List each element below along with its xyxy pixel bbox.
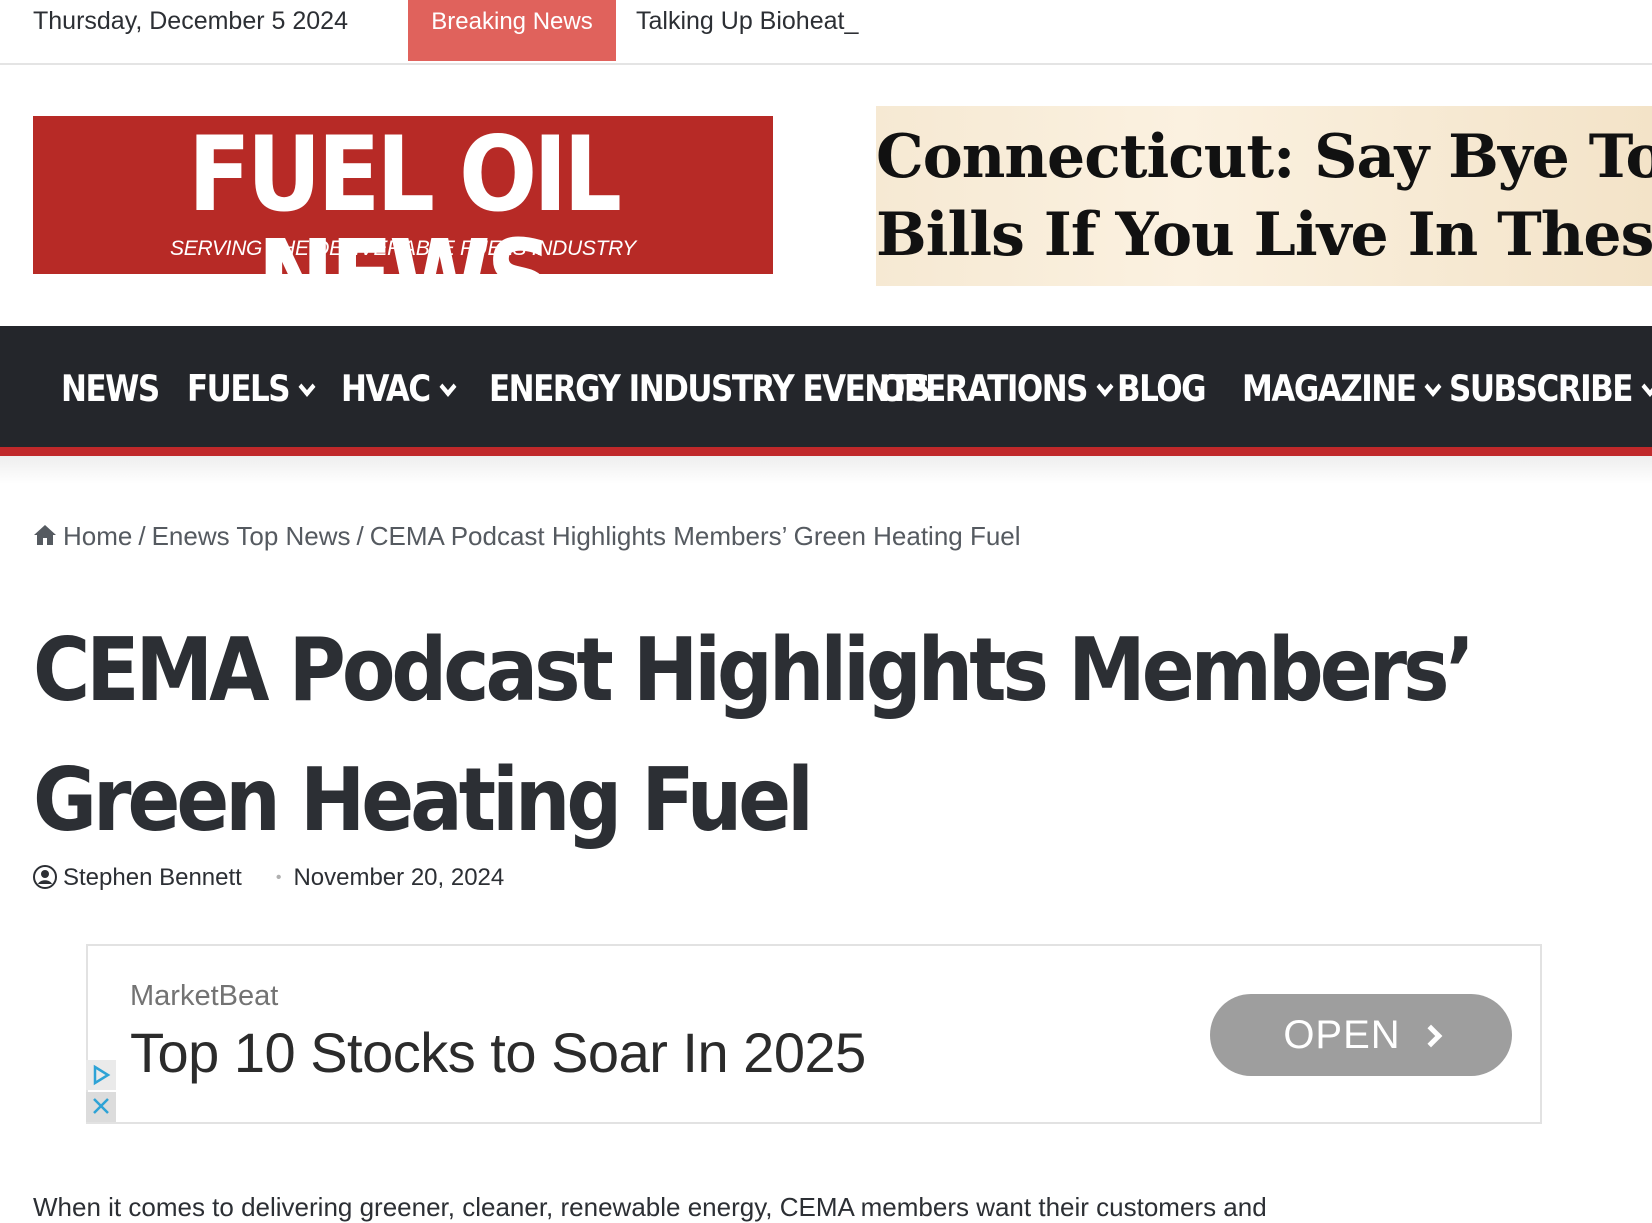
nav-item-energy-industry-events[interactable]: ENERGY INDUSTRY EVENTS [489, 368, 931, 411]
chevron-down-icon [1641, 376, 1652, 397]
nav-item-label: SUBSCRIBE [1449, 368, 1633, 411]
article-title: CEMA Podcast Highlights Members’ Green H… [33, 620, 1475, 852]
nav-item-label: MAGAZINE [1242, 368, 1417, 411]
logo-subtitle: SERVING THE DELIVERABLE FUELS INDUSTRY [170, 237, 636, 260]
breaking-news-ticker-link[interactable]: Talking Up Bioheat_ [636, 7, 858, 36]
nav-item-label: HVAC [341, 368, 431, 411]
nav-item-hvac[interactable]: HVAC [341, 368, 457, 411]
current-date: Thursday, December 5 2024 [33, 7, 348, 35]
ad-open-label: OPEN [1283, 1013, 1401, 1057]
nav-item-fuels[interactable]: FUELS [187, 368, 316, 411]
chevron-down-icon [1424, 376, 1442, 397]
logo-title: FUEL OIL NEWS [187, 115, 622, 338]
breadcrumb-home-link[interactable]: Home [63, 521, 132, 551]
site-logo[interactable]: FUEL OIL NEWS SERVING THE DELIVERABLE FU… [33, 116, 773, 330]
ad-open-button[interactable]: OPEN [1210, 994, 1512, 1076]
home-icon [34, 525, 56, 545]
nav-item-label: ENERGY INDUSTRY EVENTS [489, 368, 931, 411]
ad-headline: Top 10 Stocks to Soar In 2025 [130, 1021, 866, 1084]
breadcrumb-section-link[interactable]: Enews Top News [152, 521, 351, 551]
in-article-ad[interactable]: MarketBeat Top 10 Stocks to Soar In 2025… [86, 944, 1542, 1124]
chevron-down-icon [1096, 376, 1114, 397]
adchoices-icon[interactable] [86, 1060, 116, 1122]
breadcrumb-separator: / [356, 521, 364, 551]
ad-source: MarketBeat [130, 980, 279, 1012]
header-ad-line-1: Connecticut: Say Bye To [876, 122, 1652, 192]
chevron-right-icon [1419, 1024, 1442, 1048]
header-ad-banner[interactable]: Connecticut: Say Bye To Bills If You Liv… [876, 106, 1652, 286]
top-bar: Thursday, December 5 2024 Breaking News … [0, 0, 1652, 65]
nav-item-label: NEWS [61, 368, 160, 411]
article-body-paragraph: When it comes to delivering greener, cle… [33, 1192, 1267, 1222]
header-ad-line-2: Bills If You Live In Thes [876, 200, 1652, 270]
breadcrumb-current: CEMA Podcast Highlights Members’ Green H… [369, 521, 1021, 551]
chevron-down-icon [439, 376, 457, 397]
breadcrumb: Home / Enews Top News / CEMA Podcast Highlig… [33, 521, 1021, 552]
nav-item-subscribe[interactable]: SUBSCRIBE [1449, 368, 1652, 410]
user-icon [33, 865, 57, 889]
nav-item-label: BLOG [1117, 368, 1207, 411]
author-link[interactable]: Stephen Bennett [63, 864, 242, 891]
breadcrumb-separator: / [138, 521, 146, 551]
nav-shadow [0, 456, 1652, 484]
breaking-news-label: Breaking News [408, 0, 616, 61]
nav-item-blog[interactable]: BLOG [1117, 368, 1207, 411]
meta-separator: • [275, 869, 282, 886]
article-meta: Stephen Bennett • November 20, 2024 [33, 864, 504, 892]
nav-item-magazine[interactable]: MAGAZINE [1242, 368, 1442, 411]
nav-item-label: FUELS [187, 368, 291, 411]
nav-item-news[interactable]: NEWS [61, 368, 160, 411]
publish-date: November 20, 2024 [293, 864, 505, 891]
chevron-down-icon [298, 376, 316, 397]
nav-item-operations[interactable]: OPERATIONS [879, 368, 1114, 411]
nav-item-label: OPERATIONS [879, 368, 1089, 411]
main-nav: NEWS FUELS HVAC ENERGY INDUSTRY EVENTS O… [0, 326, 1652, 456]
